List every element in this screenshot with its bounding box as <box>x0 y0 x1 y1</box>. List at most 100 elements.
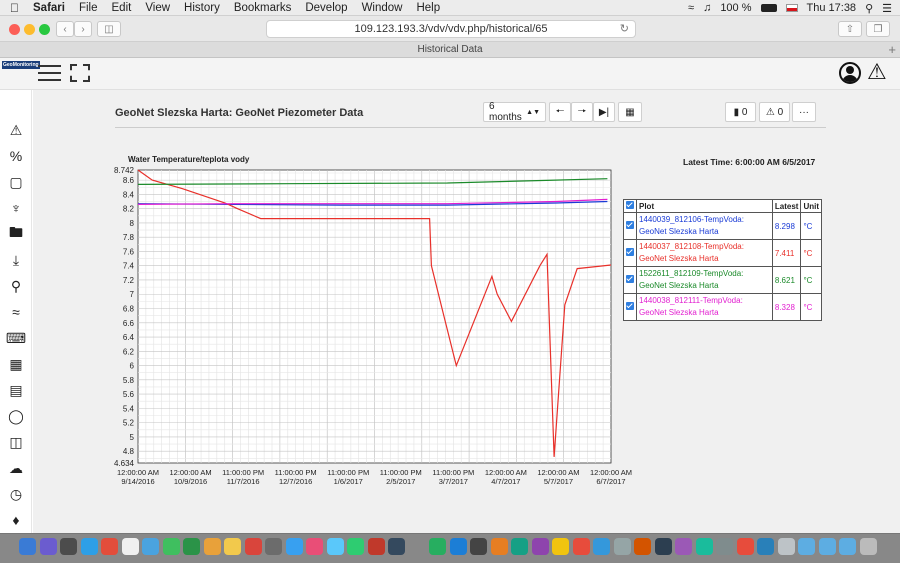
dock-app-icon[interactable] <box>408 538 426 555</box>
monitor-icon[interactable]: ▢ <box>5 172 27 192</box>
download-icon[interactable]: ⤓ <box>5 250 27 270</box>
dock-app-icon[interactable] <box>695 538 713 555</box>
dock-app-icon[interactable] <box>449 538 467 555</box>
new-tab-button[interactable]: + <box>888 42 896 57</box>
dock-app-icon[interactable] <box>429 538 446 555</box>
keyboard-icon[interactable]: ⌨ <box>5 328 27 348</box>
skip-end-button[interactable]: ▶| <box>593 102 615 122</box>
menu-view[interactable]: View <box>145 2 170 14</box>
logo[interactable]: GeoMonitoring <box>2 61 40 69</box>
dock-app-icon[interactable] <box>777 538 795 555</box>
dock-app-icon[interactable] <box>347 538 364 555</box>
dock-app-icon[interactable] <box>121 538 139 555</box>
menu-edit[interactable]: Edit <box>112 2 132 14</box>
arrow-right-button[interactable]: 🠖 <box>571 102 593 122</box>
minimize-window-button[interactable] <box>24 24 35 35</box>
percent-icon[interactable]: % <box>5 146 27 166</box>
dock-app-icon[interactable] <box>367 538 385 555</box>
dock-app-icon[interactable] <box>39 538 57 555</box>
legend-checkbox[interactable] <box>626 248 634 256</box>
menu-develop[interactable]: Develop <box>305 2 347 14</box>
zoom-window-button[interactable] <box>39 24 50 35</box>
binoculars-icon[interactable]: ◯ <box>5 406 27 426</box>
dock-app-icon[interactable] <box>859 538 877 555</box>
alert-triangle-icon[interactable]: ⚠ <box>5 120 27 140</box>
folder-icon[interactable]: 🖿 <box>5 224 27 244</box>
dock-app-icon[interactable] <box>675 538 692 555</box>
volume-icon[interactable]: ♫ <box>703 2 711 14</box>
dock-app-icon[interactable] <box>142 538 159 555</box>
document-icon[interactable]: ▤ <box>5 380 27 400</box>
dock-app-icon[interactable] <box>183 538 200 555</box>
reload-icon[interactable]: ↻ <box>620 21 629 37</box>
dock-app-icon[interactable] <box>634 538 651 555</box>
dock-app-icon[interactable] <box>798 538 815 555</box>
dock-app-icon[interactable] <box>490 538 508 555</box>
dock-app-icon[interactable] <box>552 538 569 555</box>
dock-app-icon[interactable] <box>716 538 733 555</box>
trend-lines-icon[interactable]: ≈ <box>5 302 27 322</box>
dock-app-icon[interactable] <box>244 538 262 555</box>
menu-help[interactable]: Help <box>416 2 440 14</box>
more-button[interactable]: ··· <box>792 102 816 122</box>
hamburger-menu-icon[interactable] <box>38 65 61 81</box>
dock-app-icon[interactable] <box>736 538 754 555</box>
dock-app-icon[interactable] <box>80 538 98 555</box>
dock-app-icon[interactable] <box>839 538 856 555</box>
messages-button[interactable]: ▮ 0 <box>725 102 756 122</box>
calendar-button[interactable]: ▦ <box>618 102 642 122</box>
dock-app-icon[interactable] <box>593 538 610 555</box>
dock-app-icon[interactable] <box>388 538 405 555</box>
apple-menu-icon[interactable]:  <box>10 1 19 15</box>
arrow-left-button[interactable]: 🠔 <box>549 102 571 122</box>
dock-app-icon[interactable] <box>101 538 118 555</box>
wifi-icon[interactable]: ≈ <box>688 2 694 14</box>
flag-icon[interactable] <box>785 4 798 12</box>
url-bar[interactable]: 109.123.193.3/vdv/vdv.php/historical/65 ↻ <box>266 20 636 38</box>
close-window-button[interactable] <box>9 24 20 35</box>
dock-app-icon[interactable] <box>511 538 528 555</box>
dock-app-icon[interactable] <box>19 538 36 555</box>
sidebar-toggle-icon[interactable]: ◫ <box>97 21 121 37</box>
dock-app-icon[interactable] <box>265 538 282 555</box>
legend-checkbox[interactable] <box>626 221 634 229</box>
legend-checkbox[interactable] <box>626 302 634 310</box>
clock-icon[interactable]: ◷ <box>5 484 27 504</box>
cloud-download-icon[interactable]: ☁ <box>5 458 27 478</box>
tag-icon[interactable]: ♦ <box>5 510 27 530</box>
map-pin-icon[interactable]: ⚲ <box>5 276 27 296</box>
layout-icon[interactable]: ◫ <box>5 432 27 452</box>
fullscreen-icon[interactable] <box>70 64 90 82</box>
legend-checkbox[interactable] <box>626 275 634 283</box>
menu-history[interactable]: History <box>184 2 220 14</box>
menu-file[interactable]: File <box>79 2 98 14</box>
list-icon[interactable]: ☰ <box>882 2 892 15</box>
legend-select-all-checkbox[interactable] <box>626 201 634 209</box>
search-icon[interactable]: ⚲ <box>865 2 873 15</box>
menu-bookmarks[interactable]: Bookmarks <box>234 2 292 14</box>
dock-app-icon[interactable] <box>224 538 241 555</box>
dock-app-icon[interactable] <box>285 538 303 555</box>
dock-app-icon[interactable] <box>203 538 221 555</box>
dock-app-icon[interactable] <box>818 538 836 555</box>
tab-historical-data[interactable]: Historical Data <box>417 44 482 55</box>
dock-app-icon[interactable] <box>162 538 180 555</box>
dock-app-icon[interactable] <box>654 538 672 555</box>
time-range-select[interactable]: 6 months ▲▼ <box>483 101 546 123</box>
dock-app-icon[interactable] <box>326 538 344 555</box>
share-icon[interactable]: ⇧ <box>838 21 862 37</box>
dock-app-icon[interactable] <box>470 538 487 555</box>
dock-app-icon[interactable] <box>613 538 631 555</box>
menu-safari[interactable]: Safari <box>33 2 65 14</box>
clock[interactable]: Thu 17:38 <box>807 2 857 14</box>
dock-app-icon[interactable] <box>306 538 323 555</box>
alerts-button[interactable]: ⚠ 0 <box>759 102 790 122</box>
battery-icon[interactable] <box>760 4 777 12</box>
battery-percent[interactable]: 100 % <box>720 2 751 14</box>
tabs-overview-icon[interactable]: ❐ <box>866 21 890 37</box>
menu-window[interactable]: Window <box>362 2 403 14</box>
back-button[interactable]: ‹ <box>56 21 74 37</box>
user-icon[interactable] <box>839 62 861 84</box>
forward-button[interactable]: › <box>74 21 92 37</box>
calendar-icon[interactable]: ▦ <box>5 354 27 374</box>
